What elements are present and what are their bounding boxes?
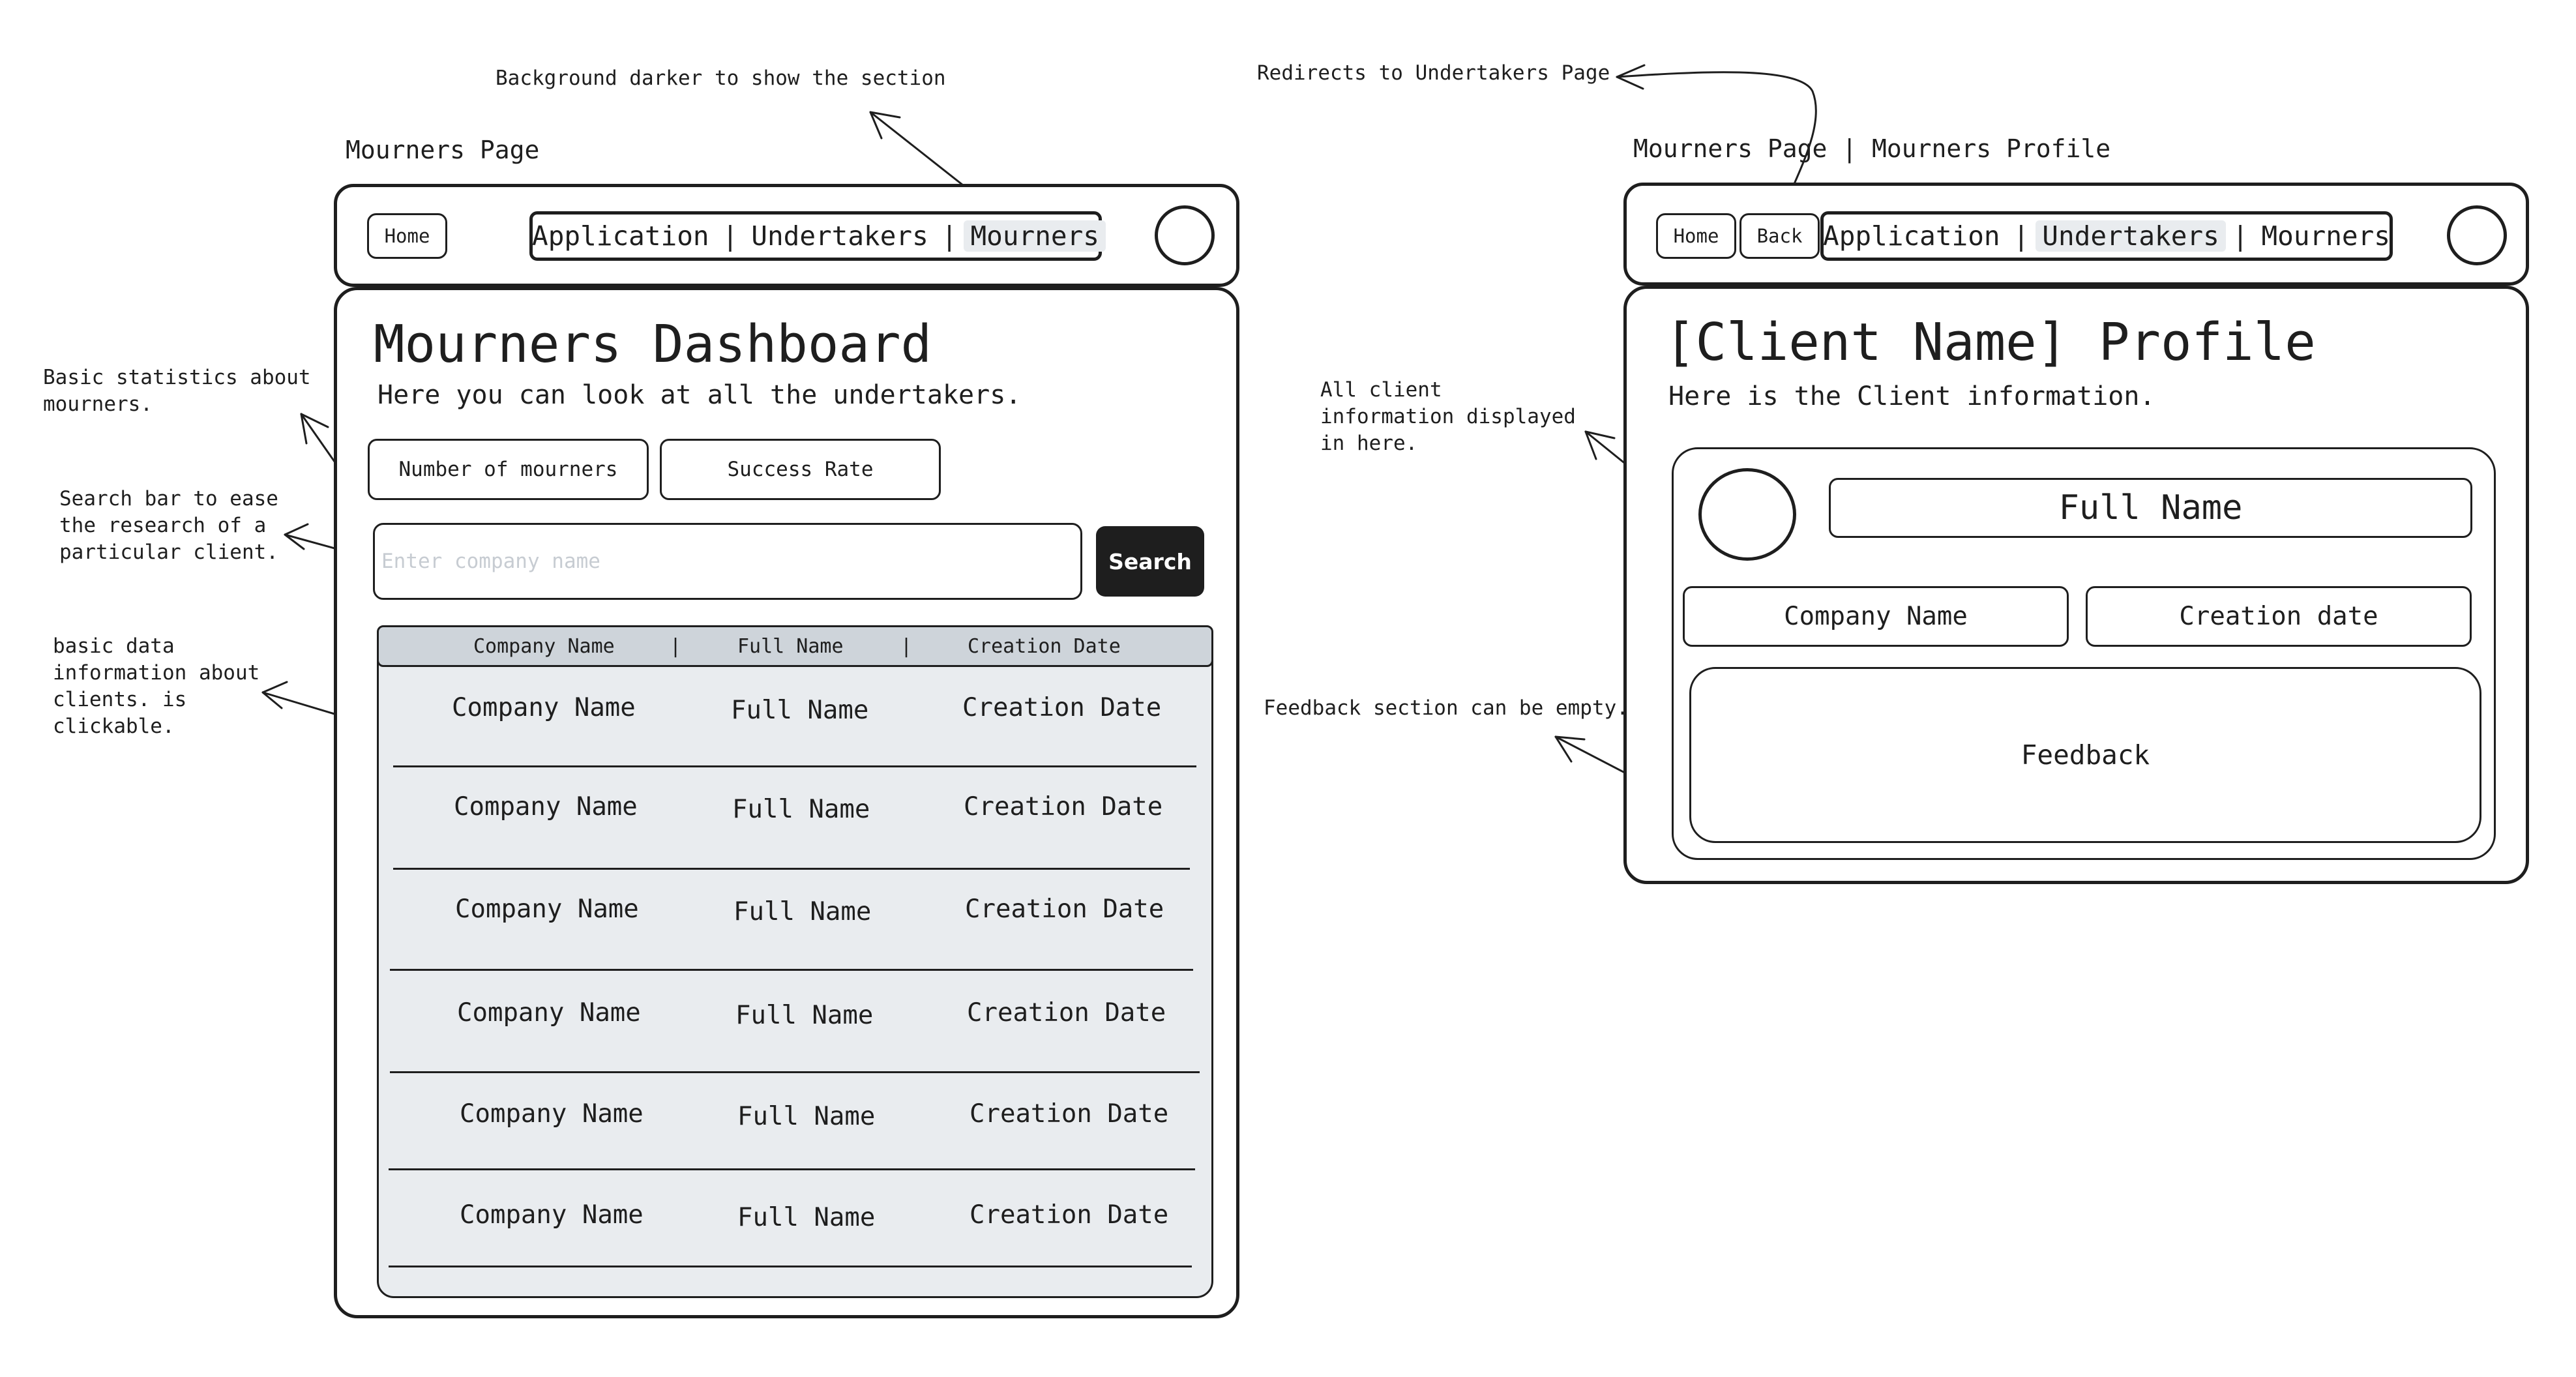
row-creation-date: Creation Date	[962, 693, 1162, 722]
row-full-name: Full Name	[737, 1203, 876, 1232]
profile-panel: [Client Name] Profile Here is the Client…	[1623, 286, 2529, 884]
table-row[interactable]: Company Name Full Name Creation Date	[379, 970, 1211, 1071]
table-row[interactable]: Company Name Full Name Creation Date	[379, 1169, 1211, 1266]
table-header-full-name: Full Name	[737, 634, 844, 658]
row-company-name: Company Name	[454, 792, 638, 822]
stat-number-of-mourners: Number of mourners	[368, 439, 649, 500]
row-creation-date: Creation Date	[970, 1099, 1169, 1129]
search-input[interactable]	[373, 523, 1082, 600]
client-creation-date: Creation date	[2086, 586, 2472, 647]
navbar: Home Back Application | Undertakers | Mo…	[1623, 183, 2529, 286]
nav-link-mourners[interactable]: Mourners	[2255, 220, 2396, 252]
table-header-company-name: Company Name	[473, 634, 615, 658]
table-header: Company Name | Full Name | Creation Date	[377, 625, 1213, 667]
row-full-name: Full Name	[735, 1001, 874, 1030]
nav-link-undertakers[interactable]: Undertakers	[2036, 220, 2226, 252]
search-button[interactable]: Search	[1096, 526, 1204, 597]
row-creation-date: Creation Date	[970, 1200, 1169, 1230]
table-row[interactable]: Company Name Full Name Creation Date	[379, 766, 1211, 865]
nav-link-application[interactable]: Application	[526, 220, 716, 252]
nav-separator: |	[941, 220, 958, 252]
table-header-creation-date: Creation Date	[968, 634, 1121, 658]
table-row[interactable]: Company Name Full Name Creation Date	[379, 868, 1211, 969]
home-button[interactable]: Home	[1656, 213, 1736, 259]
client-avatar	[1698, 468, 1796, 561]
table-header-separator: |	[900, 634, 913, 658]
page-title: [Client Name] Profile	[1665, 312, 2316, 372]
dashboard-panel: Mourners Dashboard Here you can look at …	[334, 287, 1239, 1318]
nav-separator: |	[2013, 220, 2030, 252]
nav-links: Application | Undertakers | Mourners	[526, 211, 1106, 261]
client-full-name: Full Name	[1829, 478, 2472, 538]
stat-success-rate: Success Rate	[660, 439, 941, 500]
row-creation-date: Creation Date	[964, 792, 1163, 822]
avatar[interactable]	[1155, 205, 1215, 265]
row-full-name: Full Name	[733, 897, 872, 926]
back-button[interactable]: Back	[1740, 213, 1820, 259]
row-company-name: Company Name	[455, 895, 639, 924]
row-creation-date: Creation Date	[965, 895, 1164, 924]
row-creation-date: Creation Date	[967, 998, 1166, 1028]
page-title: Mourners Dashboard	[374, 314, 932, 374]
client-feedback: Feedback	[1689, 667, 2481, 843]
nav-link-undertakers[interactable]: Undertakers	[745, 220, 935, 252]
table-row[interactable]: Company Name Full Name Creation Date	[379, 667, 1211, 766]
table-header-separator: |	[670, 634, 682, 658]
page-subtitle: Here is the Client information.	[1668, 381, 2155, 411]
nav-links: Application | Undertakers | Mourners	[1820, 211, 2393, 261]
clients-table: Company Name | Full Name | Creation Date…	[377, 625, 1213, 1298]
client-company-name: Company Name	[1683, 586, 2069, 647]
avatar[interactable]	[2447, 205, 2507, 265]
page-subtitle: Here you can look at all the undertakers…	[378, 380, 1022, 410]
page-label-mourners-profile: Mourners Page | Mourners Profile	[1633, 134, 2111, 163]
row-company-name: Company Name	[457, 998, 641, 1028]
row-full-name: Full Name	[737, 1102, 876, 1131]
navbar: Home Application | Undertakers | Mourner…	[334, 184, 1239, 287]
row-company-name: Company Name	[460, 1200, 644, 1230]
row-company-name: Company Name	[460, 1099, 644, 1129]
nav-link-application[interactable]: Application	[1816, 220, 2007, 252]
row-company-name: Company Name	[452, 693, 636, 722]
row-divider	[389, 1266, 1192, 1267]
nav-separator: |	[2232, 220, 2249, 252]
client-info-card: Full Name Company Name Creation date Fee…	[1672, 447, 2496, 860]
row-full-name: Full Name	[731, 696, 869, 725]
nav-link-mourners[interactable]: Mourners	[964, 220, 1106, 252]
page-label-mourners: Mourners Page	[346, 136, 540, 164]
home-button[interactable]: Home	[367, 213, 447, 259]
nav-separator: |	[722, 220, 739, 252]
table-row[interactable]: Company Name Full Name Creation Date	[379, 1072, 1211, 1168]
row-full-name: Full Name	[732, 795, 870, 824]
